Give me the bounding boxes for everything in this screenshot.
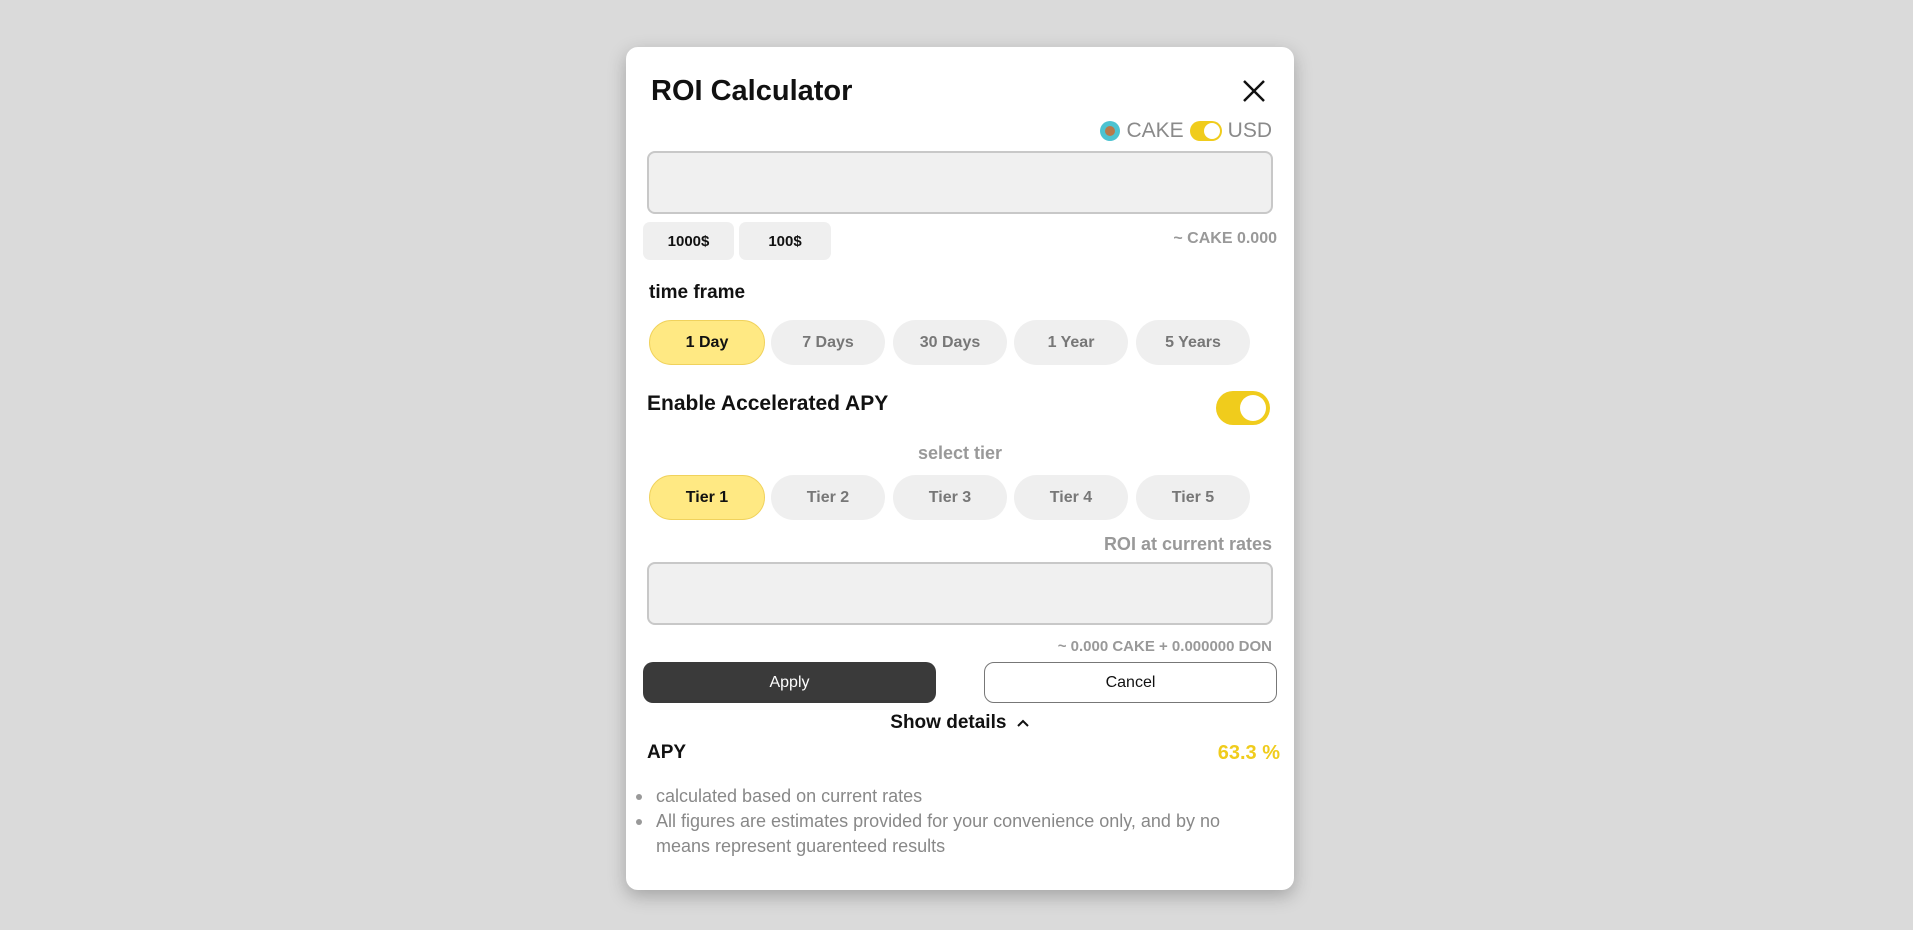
apy-value: 63.3 % [1217, 742, 1280, 764]
time-frame-30-days[interactable]: 30 Days [893, 320, 1007, 365]
currency-switch: CAKE USD [1100, 119, 1272, 143]
preset-1000-button[interactable]: 1000$ [643, 222, 734, 260]
fiat-label: USD [1227, 119, 1272, 142]
close-icon [1243, 80, 1265, 102]
currency-toggle[interactable] [1189, 121, 1222, 141]
roi-calculator-dialog: ROI Calculator CAKE USD 1000$ 100$ ~ CAK… [626, 47, 1294, 890]
show-details-label: Show details [890, 712, 1007, 733]
time-frame-1-day[interactable]: 1 Day [649, 320, 765, 365]
accelerated-apy-toggle[interactable] [1216, 391, 1270, 425]
tier-1-option[interactable]: Tier 1 [649, 475, 765, 520]
amount-input[interactable] [647, 151, 1273, 214]
show-details-toggle[interactable]: Show details [626, 712, 1294, 734]
cake-token-icon [1100, 121, 1121, 141]
apy-label: APY [647, 742, 687, 763]
time-frame-label: time frame [649, 282, 746, 303]
note-item: All figures are estimates provided for y… [636, 809, 1266, 859]
tier-2-option[interactable]: Tier 2 [771, 475, 885, 520]
note-item: calculated based on current rates [636, 784, 1266, 809]
roi-approx: ~ 0.000 CAKE + 0.000000 DON [1057, 638, 1272, 655]
dialog-title: ROI Calculator [651, 75, 853, 107]
roi-output[interactable] [647, 562, 1273, 625]
token-label: CAKE [1126, 119, 1184, 142]
tier-5-option[interactable]: Tier 5 [1136, 475, 1250, 520]
preset-100-button[interactable]: 100$ [739, 222, 831, 260]
apply-button[interactable]: Apply [643, 662, 936, 703]
bullet-icon [636, 794, 642, 800]
time-frame-5-years[interactable]: 5 Years [1136, 320, 1250, 365]
select-tier-label: select tier [917, 443, 1003, 463]
time-frame-7-days[interactable]: 7 Days [771, 320, 885, 365]
time-frame-1-year[interactable]: 1 Year [1014, 320, 1128, 365]
accelerated-apy-label: Enable Accelerated APY [647, 392, 889, 415]
bullet-icon [636, 819, 642, 825]
details-notes: calculated based on current rates All fi… [636, 784, 1266, 859]
roi-label: ROI at current rates [1103, 534, 1272, 554]
tier-3-option[interactable]: Tier 3 [893, 475, 1007, 520]
close-button[interactable] [1240, 77, 1268, 105]
amount-approx: ~ CAKE 0.000 [1173, 230, 1277, 247]
cancel-button[interactable]: Cancel [984, 662, 1277, 703]
chevron-up-icon [1016, 719, 1029, 727]
tier-4-option[interactable]: Tier 4 [1014, 475, 1128, 520]
